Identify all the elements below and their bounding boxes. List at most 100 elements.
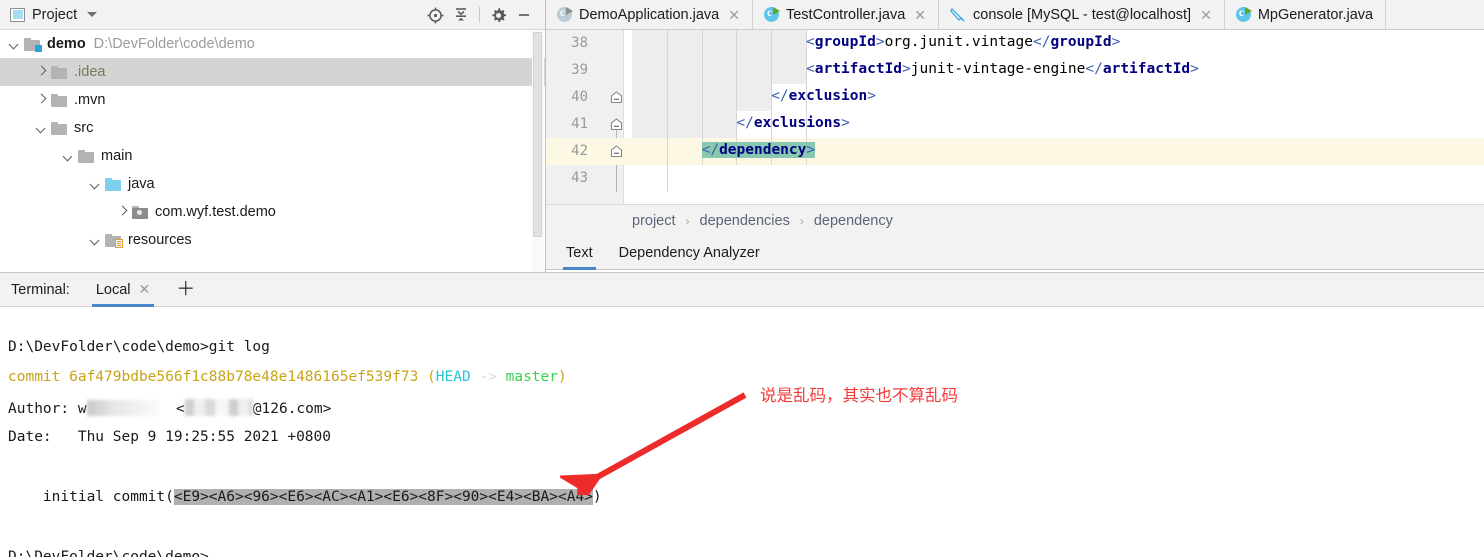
- editor-tab-2[interactable]: console [MySQL - test@localhost] ✕: [939, 0, 1225, 29]
- paren-open: (: [427, 369, 436, 385]
- editor-tab-label: DemoApplication.java: [579, 6, 720, 23]
- code-text: </dependency>: [701, 142, 816, 158]
- breadcrumb-item-dependency[interactable]: dependency: [814, 213, 893, 229]
- project-tree-scroll-thumb[interactable]: [533, 32, 542, 237]
- project-tree-scrollbar[interactable]: [532, 30, 544, 272]
- code-line-38[interactable]: 38 <groupId>org.junit.vintage</groupId>: [546, 30, 1484, 57]
- close-icon[interactable]: ✕: [1200, 8, 1212, 22]
- tree-node-com-wyf-test-demo[interactable]: com.wyf.test.demo: [0, 198, 545, 226]
- editor-tab-label: console [MySQL - test@localhost]: [973, 6, 1192, 23]
- indent-guide-line: [666, 57, 668, 84]
- chevron-down-icon[interactable]: [89, 178, 102, 191]
- close-icon[interactable]: ✕: [728, 8, 740, 22]
- editor-tab-1[interactable]: c TestController.java ✕: [752, 0, 939, 29]
- indent-guide-block: [632, 30, 806, 57]
- editor-bottom-tab-dependency-analyzer[interactable]: Dependency Analyzer: [619, 236, 760, 270]
- tree-node-src[interactable]: src: [0, 114, 545, 142]
- chevron-down-icon[interactable]: [62, 150, 75, 163]
- breadcrumb[interactable]: project › dependencies › dependency: [546, 204, 1484, 236]
- tree-node-label: demo: [47, 36, 86, 52]
- breadcrumb-item-dependencies[interactable]: dependencies: [700, 213, 790, 229]
- line-number: 42: [571, 143, 588, 159]
- code-line-41[interactable]: 41 </exclusions>: [546, 111, 1484, 138]
- email-suffix: @126.com>: [252, 401, 332, 417]
- chevron-right-icon[interactable]: [116, 206, 129, 219]
- editor-tab-3[interactable]: c MpGenerator.java: [1224, 0, 1387, 29]
- source-folder-icon: [105, 177, 122, 191]
- tree-node-label: main: [101, 148, 133, 164]
- indent-guide-line: [701, 111, 703, 138]
- terminal-line-0: D:\DevFolder\code\demo>git log: [8, 339, 270, 355]
- indent-guide-line: [701, 57, 703, 84]
- chevron-right-icon[interactable]: [35, 94, 48, 107]
- folder-icon: [51, 65, 68, 79]
- indent-guide-line: [666, 165, 668, 192]
- redacted-name: [86, 400, 159, 416]
- tree-node-label: java: [128, 176, 155, 192]
- top-split-area: Project demo D:\DevFolder\code\demo .ide…: [0, 0, 1484, 272]
- minimize-icon[interactable]: [511, 2, 537, 28]
- fold-marker-icon[interactable]: [610, 145, 623, 158]
- terminal-line-1: commit 6af479bdbe566f1c88b78e48e1486165e…: [8, 369, 567, 385]
- indent-guide-line: [666, 84, 668, 111]
- ref-arrow: ->: [470, 369, 506, 385]
- chevron-down-icon[interactable]: [35, 122, 48, 135]
- locate-icon[interactable]: [422, 2, 448, 28]
- breadcrumb-separator-icon: ›: [799, 213, 804, 228]
- tree-node-java[interactable]: java: [0, 170, 545, 198]
- indent-guide-line: [736, 30, 738, 57]
- chevron-down-icon[interactable]: [8, 38, 21, 51]
- resources-folder-icon: [105, 233, 123, 248]
- indent-guide-line: [701, 84, 703, 111]
- tree-node--mvn[interactable]: .mvn: [0, 86, 545, 114]
- project-panel-header: Project: [0, 0, 545, 30]
- close-icon[interactable]: ✕: [139, 281, 151, 298]
- editor-bottom-tab-text[interactable]: Text: [563, 236, 596, 270]
- terminal-line-7: D:\DevFolder\code\demo>: [8, 549, 209, 557]
- editor-tab-0[interactable]: c DemoApplication.java ✕: [546, 0, 753, 29]
- indent-guide-block: [632, 111, 737, 138]
- indent-guide-line: [666, 138, 668, 165]
- breadcrumb-item-project[interactable]: project: [632, 213, 676, 229]
- fold-marker-icon[interactable]: [610, 91, 623, 104]
- terminal-tab-local[interactable]: Local ✕: [91, 273, 155, 307]
- fold-marker-icon[interactable]: [610, 118, 623, 131]
- java-class-run-icon: c: [557, 7, 573, 22]
- code-line-43[interactable]: 43: [546, 165, 1484, 192]
- chevron-down-icon[interactable]: [89, 234, 102, 247]
- chevron-right-icon[interactable]: [35, 66, 48, 79]
- project-title-group[interactable]: Project: [0, 7, 98, 23]
- code-line-40[interactable]: 40 </exclusion>: [546, 84, 1484, 111]
- chevron-down-icon[interactable]: [87, 12, 98, 17]
- plus-icon[interactable]: ＋: [176, 273, 195, 307]
- project-tool-window: Project demo D:\DevFolder\code\demo .ide…: [0, 0, 546, 272]
- tree-node-resources[interactable]: resources: [0, 226, 545, 254]
- commit-hash: commit 6af479bdbe566f1c88b78e48e1486165e…: [8, 369, 428, 385]
- code-editor[interactable]: 38 <groupId>org.junit.vintage</groupId> 39…: [546, 30, 1484, 204]
- folder-icon: [78, 149, 95, 163]
- code-line-39[interactable]: 39 <artifactId>junit-vintage-engine</arti…: [546, 57, 1484, 84]
- code-line-42[interactable]: 42 </dependency>: [546, 138, 1484, 165]
- indent-guide-line: [701, 30, 703, 57]
- tree-node-demo[interactable]: demo D:\DevFolder\code\demo: [0, 30, 545, 58]
- terminal-line-3: Date: Thu Sep 9 19:25:55 2021 +0800: [8, 429, 332, 445]
- editor-tab-label: MpGenerator.java: [1257, 6, 1374, 23]
- folder-icon: [51, 121, 68, 135]
- tree-node-label: resources: [128, 232, 192, 248]
- breadcrumb-separator-icon: ›: [685, 213, 690, 228]
- tree-node-label: .idea: [74, 64, 106, 80]
- editor-bottom-tabs: Text Dependency Analyzer: [546, 236, 1484, 270]
- collapse-all-icon[interactable]: [448, 2, 474, 28]
- project-window-icon: [10, 7, 25, 22]
- project-toolbar: [422, 0, 537, 30]
- indent-guide-line: [771, 30, 773, 57]
- project-tree[interactable]: demo D:\DevFolder\code\demo .idea .mvn src ma…: [0, 30, 545, 272]
- gear-icon[interactable]: [485, 2, 511, 28]
- redacted-email: [184, 399, 253, 416]
- branch-name: master: [505, 369, 558, 385]
- tree-node-main[interactable]: main: [0, 142, 545, 170]
- close-icon[interactable]: ✕: [914, 8, 926, 22]
- terminal-label: Terminal:: [11, 281, 70, 298]
- tree-node--idea[interactable]: .idea: [0, 58, 545, 86]
- code-text: <groupId>org.junit.vintage</groupId>: [806, 34, 1121, 50]
